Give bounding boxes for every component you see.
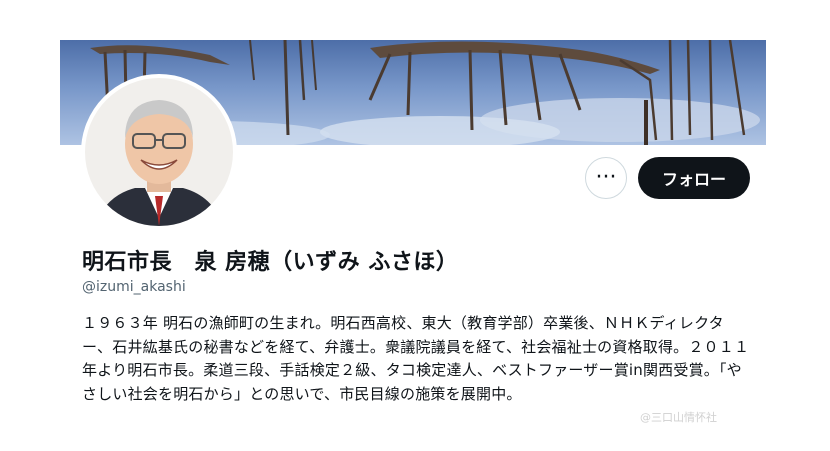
avatar-portrait-icon <box>85 78 233 226</box>
profile-username: @izumi_akashi <box>82 279 186 295</box>
profile-bio: １９６３年 明石の漁師町の生まれ。明石西高校、東大（教育学部）卒業後、ＮＨＫディ… <box>82 314 750 403</box>
profile-avatar[interactable] <box>81 74 237 230</box>
profile-display-name: 明石市長 泉 房穂（いずみ ふさほ） <box>82 250 459 275</box>
follow-button[interactable]: フォロー <box>638 157 750 199</box>
profile-card: ··· フォロー 明石市長 泉 房穂（いずみ ふさほ） @izumi_akash… <box>60 40 766 451</box>
watermark-text: @三口山情怀社 <box>640 411 717 424</box>
more-options-button[interactable]: ··· <box>585 157 627 199</box>
